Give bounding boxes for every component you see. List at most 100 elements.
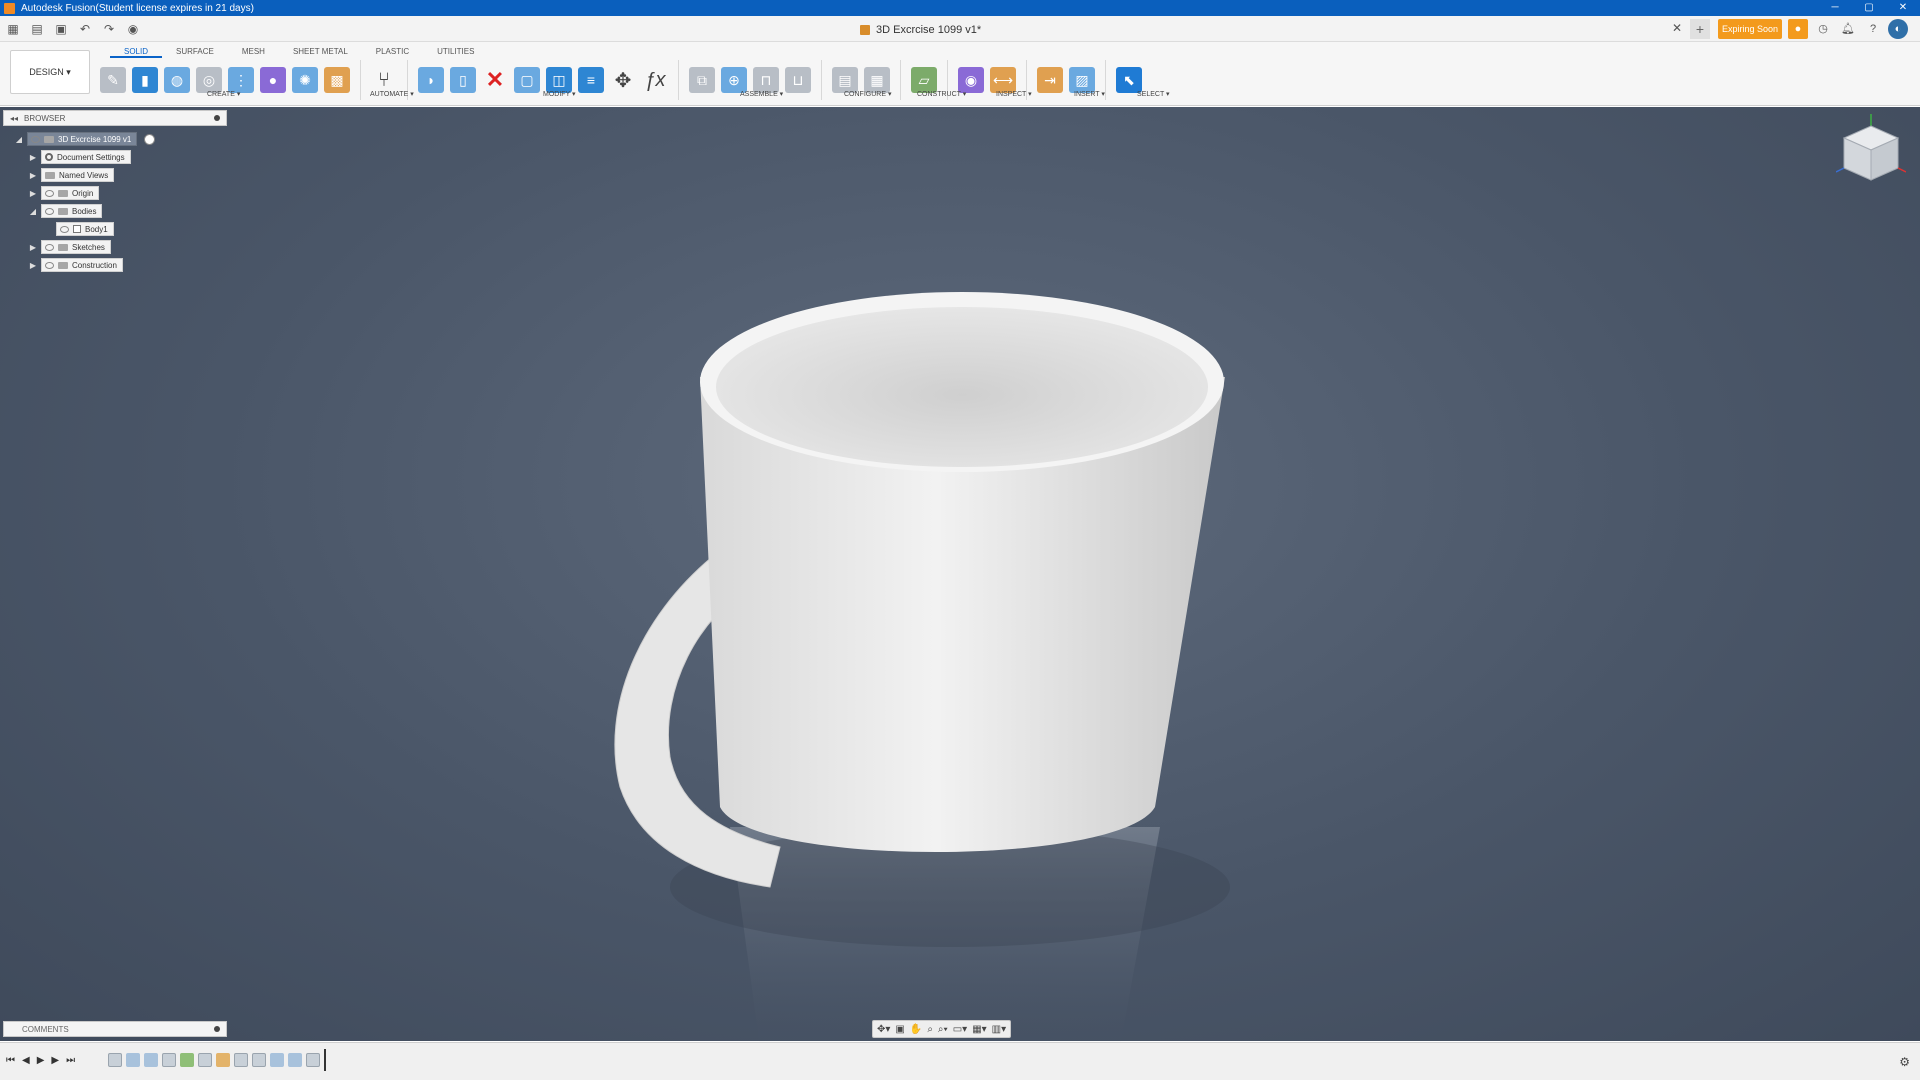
help-icon[interactable]: ?: [1863, 19, 1883, 39]
grid-settings-icon[interactable]: ▦▾: [972, 1024, 986, 1035]
expiring-soon-button[interactable]: Expiring Soon: [1718, 19, 1782, 39]
visibility-eye-icon[interactable]: [45, 243, 54, 251]
origin-node[interactable]: Origin: [41, 186, 100, 200]
tree-item-origin[interactable]: ▶ Origin: [28, 184, 155, 202]
browser-title: BROWSER: [24, 113, 66, 123]
add-comment-icon[interactable]: [214, 1026, 220, 1032]
workspace-dropdown[interactable]: DESIGN ▾: [10, 50, 90, 94]
tab-surface[interactable]: SURFACE: [162, 46, 228, 58]
close-tab-icon[interactable]: ✕: [1672, 21, 1682, 35]
settings-icon[interactable]: ⚙: [1899, 1055, 1910, 1069]
document-settings-node[interactable]: Document Settings: [41, 150, 131, 164]
tree-root[interactable]: ◢ 3D Excrcise 1099 v1: [14, 130, 156, 148]
document-tab[interactable]: 3D Excrcise 1099 v1*: [860, 20, 981, 40]
named-views-node[interactable]: Named Views: [41, 168, 115, 182]
orbit-icon[interactable]: ✥▾: [877, 1024, 890, 1035]
timeline-sketch-feature[interactable]: [162, 1053, 176, 1067]
extensions-icon[interactable]: ●: [1788, 19, 1808, 39]
select-group-label[interactable]: SELECT ▾: [1137, 90, 1170, 98]
bodies-node[interactable]: Bodies: [41, 204, 103, 218]
tree-item-sketches[interactable]: ▶ Sketches: [28, 238, 155, 256]
file-icon[interactable]: ▤: [28, 20, 46, 38]
mug-model[interactable]: [600, 287, 1280, 1047]
undo-icon[interactable]: ↶: [76, 20, 94, 38]
tree-item-construction[interactable]: ▶ Construction: [28, 256, 155, 274]
tab-solid[interactable]: SOLID: [110, 46, 163, 58]
expand-arrow-icon[interactable]: ▶: [28, 171, 38, 180]
sketches-node[interactable]: Sketches: [41, 240, 111, 254]
visibility-eye-icon[interactable]: [45, 207, 54, 215]
timeline-combine-feature[interactable]: [270, 1053, 284, 1067]
close-window-button[interactable]: ✕: [1886, 0, 1920, 16]
collapse-arrow-icon[interactable]: ◢: [28, 207, 38, 216]
play-icon[interactable]: ▶: [37, 1055, 45, 1066]
timeline-sketch-feature[interactable]: [306, 1053, 320, 1067]
timeline-sweep-feature[interactable]: [216, 1053, 230, 1067]
step-forward-icon[interactable]: ▶: [51, 1055, 59, 1066]
insert-group-label[interactable]: INSERT ▾: [1074, 90, 1105, 98]
modify-group-label[interactable]: MODIFY ▾: [543, 90, 576, 98]
visibility-eye-icon[interactable]: [60, 225, 69, 233]
body1-node[interactable]: Body1: [56, 222, 114, 236]
clock-icon[interactable]: ◷: [1813, 19, 1833, 39]
user-avatar[interactable]: ◐: [1888, 19, 1908, 39]
timeline-plane-feature[interactable]: [180, 1053, 194, 1067]
go-to-start-icon[interactable]: ⏮: [6, 1055, 15, 1066]
expand-arrow-icon[interactable]: ▶: [28, 153, 38, 162]
timeline-revolve-feature[interactable]: [126, 1053, 140, 1067]
notification-bell-icon[interactable]: 🔔︎: [1838, 19, 1858, 39]
tab-plastic[interactable]: PLASTIC: [362, 46, 423, 58]
automate-group-label[interactable]: AUTOMATE ▾: [370, 90, 414, 98]
tree-item-bodies[interactable]: ◢ Bodies: [28, 202, 155, 220]
maximize-button[interactable]: ▢: [1852, 0, 1886, 16]
viewcube-icon[interactable]: [1835, 112, 1907, 192]
configure-group-label[interactable]: CONFIGURE ▾: [844, 90, 891, 98]
timeline-fillet-feature[interactable]: [288, 1053, 302, 1067]
viewports-icon[interactable]: ▥▾: [992, 1024, 1006, 1035]
construct-group-label[interactable]: CONSTRUCT ▾: [917, 90, 966, 98]
visibility-eye-icon[interactable]: [45, 189, 54, 197]
timeline-shell-feature[interactable]: [144, 1053, 158, 1067]
comments-panel[interactable]: COMMENTS: [3, 1021, 227, 1037]
tab-utilities[interactable]: UTILITIES: [423, 46, 488, 58]
timeline-sketch-feature[interactable]: [234, 1053, 248, 1067]
display-settings-icon[interactable]: ▭▾: [953, 1024, 967, 1035]
pan-icon[interactable]: ✋: [910, 1024, 922, 1035]
zoom-window-icon[interactable]: ⌕▾: [938, 1024, 948, 1035]
go-to-end-icon[interactable]: ⏭: [66, 1055, 75, 1066]
grid-icon[interactable]: ▦: [4, 20, 22, 38]
browser-panel-header[interactable]: ◂◂ BROWSER: [3, 110, 227, 126]
activate-radio[interactable]: [144, 133, 156, 145]
zoom-icon[interactable]: ⌕: [927, 1024, 933, 1035]
new-tab-button[interactable]: +: [1690, 19, 1710, 39]
timeline-sketch-feature[interactable]: [198, 1053, 212, 1067]
tab-sheet-metal[interactable]: SHEET METAL: [279, 46, 362, 58]
save-icon[interactable]: ▣: [52, 20, 70, 38]
timeline-sketch-feature[interactable]: [252, 1053, 266, 1067]
3d-viewport[interactable]: [0, 107, 1920, 1047]
minimize-button[interactable]: ─: [1818, 0, 1852, 16]
redo-icon[interactable]: ↷: [100, 20, 118, 38]
timeline-sketch-feature[interactable]: [108, 1053, 122, 1067]
root-component-node[interactable]: 3D Excrcise 1099 v1: [27, 132, 138, 146]
look-at-icon[interactable]: ▣: [895, 1024, 904, 1035]
collapse-icon[interactable]: ◂◂: [10, 114, 18, 123]
tree-item-body1[interactable]: Body1: [56, 220, 155, 238]
visibility-eye-icon[interactable]: [45, 261, 54, 269]
expand-arrow-icon[interactable]: ▶: [28, 261, 38, 270]
job-status-icon[interactable]: ◉: [124, 20, 142, 38]
create-group-label[interactable]: CREATE ▾: [207, 90, 240, 98]
construction-node[interactable]: Construction: [41, 258, 123, 272]
expand-arrow-icon[interactable]: ◢: [14, 135, 24, 144]
pin-icon[interactable]: [214, 115, 220, 121]
visibility-eye-icon[interactable]: [31, 135, 40, 143]
expand-arrow-icon[interactable]: ▶: [28, 243, 38, 252]
expand-arrow-icon[interactable]: ▶: [28, 189, 38, 198]
tree-item-named-views[interactable]: ▶ Named Views: [28, 166, 155, 184]
timeline-marker[interactable]: [324, 1049, 326, 1071]
tree-item-document-settings[interactable]: ▶ Document Settings: [28, 148, 155, 166]
inspect-group-label[interactable]: INSPECT ▾: [996, 90, 1032, 98]
step-back-icon[interactable]: ◀: [22, 1055, 30, 1066]
tab-mesh[interactable]: MESH: [228, 46, 279, 58]
assemble-group-label[interactable]: ASSEMBLE ▾: [740, 90, 783, 98]
